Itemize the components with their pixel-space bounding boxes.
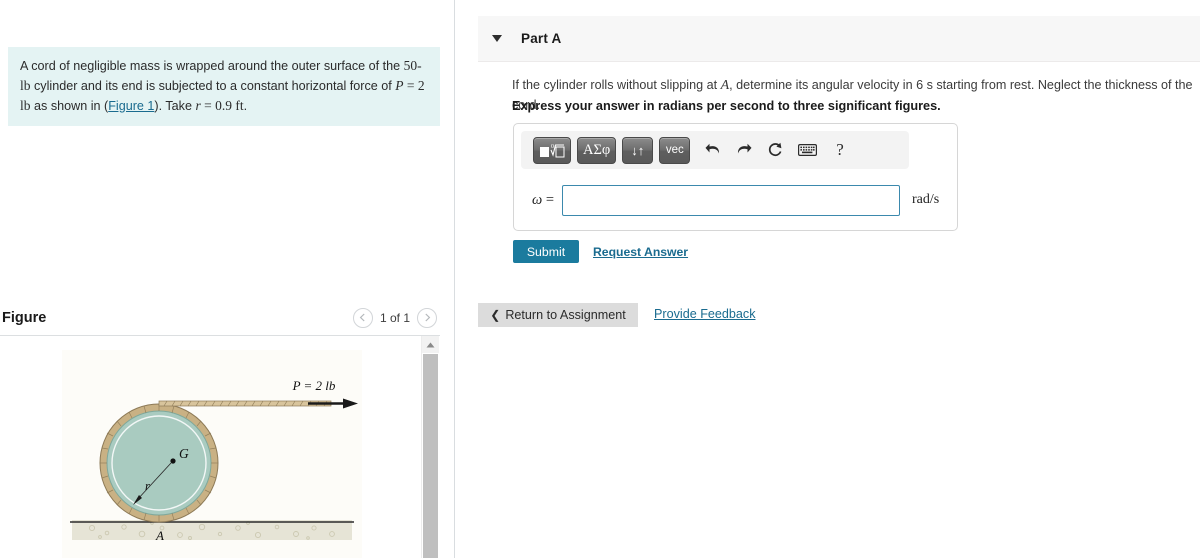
- scrollbar-thumb[interactable]: [423, 354, 438, 558]
- updown-button-label: ↓↑: [631, 142, 645, 158]
- figure-header: Figure 1 of 1: [0, 300, 455, 335]
- problem-text-5: .: [243, 98, 248, 113]
- cylinder-diagram: P = 2 lb G r A: [62, 350, 362, 558]
- request-answer-link[interactable]: Request Answer: [593, 245, 688, 259]
- answer-entry-box: 0 ΑΣφ ↓↑ vec ? ω = rad/s: [513, 123, 958, 231]
- help-button[interactable]: ?: [836, 140, 844, 160]
- reset-button[interactable]: [767, 142, 783, 158]
- radius-label-r: r: [145, 479, 150, 493]
- provide-feedback-link[interactable]: Provide Feedback: [654, 307, 756, 321]
- return-button-label: Return to Assignment: [505, 308, 626, 322]
- greek-symbols-button[interactable]: ΑΣφ: [577, 136, 617, 164]
- figure-section-title: Figure: [2, 309, 47, 326]
- answer-input[interactable]: [562, 184, 900, 216]
- reset-icon: [769, 142, 782, 157]
- math-toolbar: 0 ΑΣφ ↓↑ vec ?: [521, 131, 909, 169]
- figure-1-link[interactable]: Figure 1: [108, 99, 154, 113]
- scroll-up-button[interactable]: [422, 336, 439, 353]
- keyboard-icon: [798, 144, 818, 156]
- figure-image: P = 2 lb G r A: [62, 350, 362, 558]
- updown-button[interactable]: ↓↑: [622, 136, 654, 164]
- vector-button[interactable]: vec: [659, 136, 691, 164]
- center-label-G: G: [179, 446, 189, 461]
- problem-text-1: A cord of negligible mass is wrapped aro…: [20, 59, 404, 73]
- undo-icon: [705, 143, 720, 153]
- redo-icon: [738, 143, 752, 153]
- force-label: P = 2 lb: [292, 378, 336, 393]
- greek-button-label: ΑΣφ: [583, 141, 611, 158]
- answer-variable-label: ω =: [514, 192, 562, 209]
- chevron-left-icon: ❮: [490, 308, 501, 322]
- vector-button-label: vec: [665, 144, 684, 156]
- keyboard-button[interactable]: [798, 144, 818, 156]
- figure-pager: 1 of 1: [352, 307, 437, 328]
- part-a-header[interactable]: Part A: [478, 16, 1200, 62]
- figure-prev-button[interactable]: [352, 307, 373, 328]
- figure-viewport: P = 2 lb G r A: [0, 336, 440, 558]
- problem-text-2: cylinder and its end is subjected to a c…: [30, 78, 396, 93]
- caret-down-icon[interactable]: [492, 35, 502, 42]
- part-a-label: Part A: [521, 31, 562, 46]
- submit-button[interactable]: Submit: [513, 240, 579, 263]
- redo-button[interactable]: [736, 143, 752, 158]
- equals-sign: =: [542, 191, 554, 208]
- problem-page: A cord of negligible mass is wrapped aro…: [0, 0, 1200, 558]
- right-panel: Part A If the cylinder rolls without sli…: [456, 0, 1200, 558]
- svg-text:0: 0: [551, 144, 554, 150]
- template-button[interactable]: 0: [533, 136, 571, 164]
- question-pre: If the cylinder rolls without slipping a…: [512, 78, 721, 92]
- figure-scrollbar[interactable]: [421, 336, 439, 558]
- help-icon: ?: [836, 140, 844, 159]
- answer-instruction: Express your answer in radians per secon…: [512, 99, 941, 113]
- triangle-up-icon: [426, 342, 435, 347]
- figure-next-button[interactable]: [417, 307, 437, 328]
- omega-symbol: ω: [531, 191, 543, 208]
- problem-text-3: as shown in (: [30, 98, 109, 113]
- chevron-left-icon: [360, 313, 366, 322]
- contact-label-A: A: [155, 528, 164, 543]
- chevron-right-icon: [424, 313, 430, 322]
- undo-button[interactable]: [705, 143, 721, 158]
- figure-counter: 1 of 1: [379, 310, 410, 325]
- question-point-a: A: [720, 78, 730, 93]
- left-panel: A cord of negligible mass is wrapped aro…: [0, 0, 455, 558]
- problem-statement: A cord of negligible mass is wrapped aro…: [8, 47, 440, 126]
- problem-text-4: ). Take: [154, 98, 196, 113]
- radius-value: = 0.9 ft: [200, 97, 244, 113]
- template-icon: 0: [540, 144, 565, 157]
- force-symbol: P: [395, 77, 404, 93]
- answer-units: rad/s: [912, 192, 940, 207]
- return-to-assignment-button[interactable]: ❮ Return to Assignment: [478, 303, 638, 327]
- answer-row: ω = rad/s: [514, 179, 959, 221]
